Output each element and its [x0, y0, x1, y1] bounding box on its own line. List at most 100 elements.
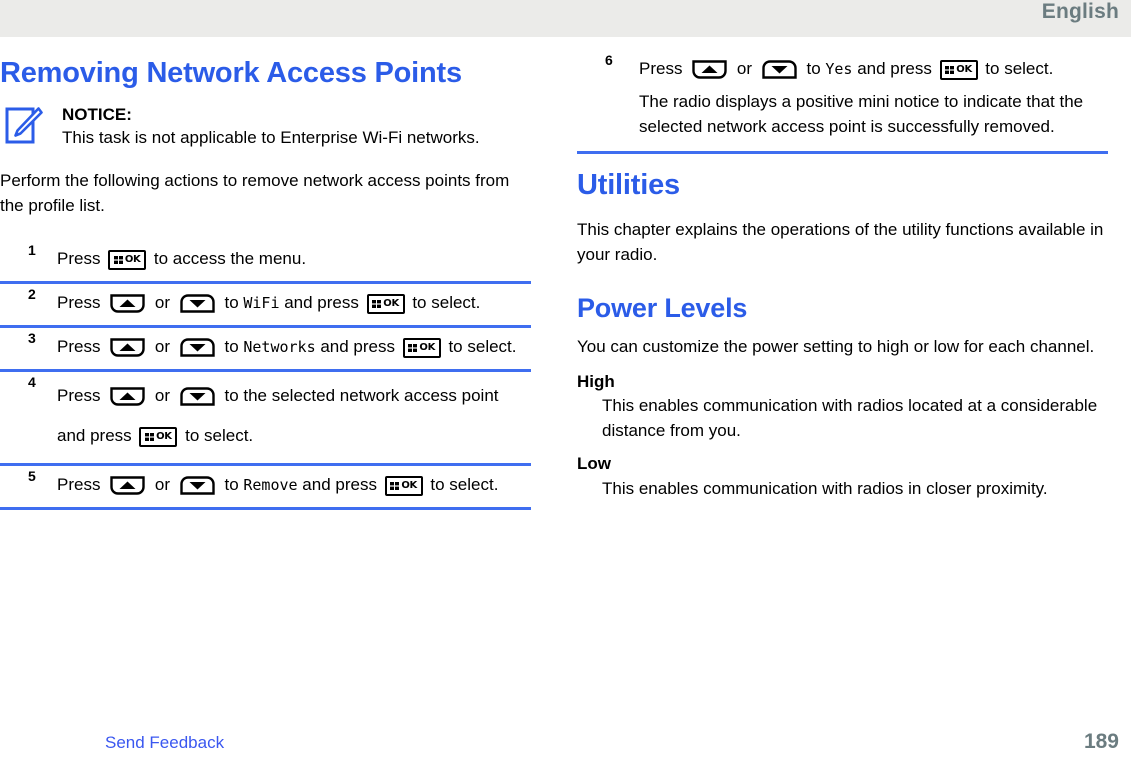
up-arrow-key-icon — [109, 337, 146, 358]
step-text-fragment: or — [150, 475, 175, 494]
notice-block: NOTICE: This task is not applicable to E… — [0, 103, 531, 157]
step-text-fragment: or — [150, 386, 175, 405]
step-text-fragment: Press — [57, 249, 106, 268]
radio-display-text: Remove — [243, 476, 298, 494]
step-result-note: The radio displays a positive mini notic… — [639, 92, 1084, 136]
page-footer: Send Feedback 189 — [0, 717, 1131, 762]
right-column: 6 Press or to Yes and press OK to select… — [577, 37, 1108, 501]
menu-grid-icon — [945, 65, 955, 74]
header-language-label: English — [1041, 0, 1119, 23]
menu-grid-icon — [145, 432, 155, 441]
step-text-fragment: and press — [852, 59, 937, 78]
step-text-fragment: Press — [57, 475, 106, 494]
notice-title: NOTICE: — [62, 105, 132, 124]
utilities-intro-paragraph: This chapter explains the operations of … — [577, 220, 1104, 264]
step-number: 2 — [28, 286, 36, 302]
right-steps-list: 6 Press or to Yes and press OK to select… — [577, 50, 1108, 154]
step-text-fragment: to select. — [425, 475, 499, 494]
step-number: 6 — [605, 52, 613, 68]
step-text-fragment: and press — [315, 337, 400, 356]
down-arrow-key-icon — [761, 59, 798, 80]
ok-key-label: OK — [401, 479, 417, 491]
step-number: 5 — [28, 468, 36, 484]
step-text-fragment: Press — [57, 386, 106, 405]
definition-description: This enables communication with radios l… — [602, 396, 1098, 440]
step-text: Press or to Networks and press OK to sel… — [57, 332, 531, 362]
step-item: 6 Press or to Yes and press OK to select… — [577, 50, 1108, 154]
ok-key-label: OK — [156, 430, 172, 442]
radio-display-text: Networks — [243, 338, 316, 356]
step-text-fragment: and press — [279, 293, 364, 312]
page-title: Removing Network Access Points — [0, 57, 462, 89]
notice-body: This task is not applicable to Enterpris… — [62, 128, 480, 147]
step-text-fragment: to select. — [980, 59, 1054, 78]
down-arrow-key-icon — [179, 293, 216, 314]
down-arrow-key-icon — [179, 386, 216, 407]
up-arrow-key-icon — [691, 59, 728, 80]
page-number: 189 — [1083, 730, 1119, 753]
step-item: 5 Press or to Remove and press OK to sel… — [0, 466, 531, 510]
power-levels-section-title: Power Levels — [577, 293, 748, 323]
definition-list: High This enables communication with rad… — [577, 370, 1108, 502]
step-text-fragment: or — [150, 337, 175, 356]
down-arrow-key-icon — [179, 337, 216, 358]
step-text-fragment: to select. — [443, 337, 517, 356]
send-feedback-link[interactable]: Send Feedback — [105, 733, 224, 753]
ok-key-icon: OK — [939, 59, 978, 80]
ok-key-label: OK — [956, 63, 972, 75]
down-arrow-key-icon — [179, 475, 216, 496]
step-text-fragment: or — [150, 293, 175, 312]
step-item: 4 Press or to the selected network acces… — [0, 372, 531, 466]
radio-display-text: Yes — [825, 60, 853, 78]
step-text-fragment: and press — [297, 475, 382, 494]
step-text-fragment: to select. — [180, 426, 254, 445]
step-number: 1 — [28, 242, 36, 258]
ok-key-icon: OK — [139, 426, 178, 447]
ok-key-icon: OK — [384, 475, 423, 496]
ok-key-label: OK — [124, 253, 141, 265]
definition-term: Low — [577, 454, 611, 473]
step-text-fragment: to — [219, 337, 244, 356]
step-item: 3 Press or to Networks and press OK to s… — [0, 328, 531, 372]
menu-grid-icon — [390, 481, 400, 490]
step-text: Press OK to access the menu. — [57, 244, 531, 274]
ok-key-label: OK — [419, 341, 436, 353]
ok-key-icon: OK — [402, 337, 441, 358]
power-levels-intro-paragraph: You can customize the power setting to h… — [577, 337, 1095, 356]
step-text-fragment: to select. — [407, 293, 481, 312]
step-text-fragment: to — [219, 293, 244, 312]
page-body: Removing Network Access Points NOTICE: T… — [0, 37, 1131, 717]
step-text-fragment: Press — [57, 337, 106, 356]
notice-pencil-icon — [5, 106, 43, 146]
step-text: Press or to the selected network access … — [57, 376, 531, 456]
step-text: Press or to WiFi and press OK to select. — [57, 288, 531, 318]
step-text: Press or to Remove and press OK to selec… — [57, 470, 531, 500]
ok-key-icon: OK — [108, 249, 147, 270]
step-text: Press or to Yes and press OK to select. — [639, 54, 1108, 84]
left-steps-list: 1 Press OK to access the menu. 2 Press o… — [0, 240, 531, 510]
intro-paragraph: Perform the following actions to remove … — [0, 171, 510, 215]
step-text-fragment: Press — [639, 59, 688, 78]
ok-key-label: OK — [383, 297, 399, 309]
step-item: 2 Press or to WiFi and press OK to selec… — [0, 284, 531, 328]
definition-description: This enables communication with radios i… — [602, 478, 1048, 498]
left-column: Removing Network Access Points NOTICE: T… — [0, 37, 531, 510]
definition-term: High — [577, 371, 615, 391]
up-arrow-key-icon — [109, 386, 146, 407]
up-arrow-key-icon — [109, 475, 146, 496]
menu-grid-icon — [408, 343, 418, 352]
page-header-band: English — [0, 0, 1131, 37]
step-text-fragment: to — [219, 475, 244, 494]
step-item: 1 Press OK to access the menu. — [0, 240, 531, 284]
up-arrow-key-icon — [109, 293, 146, 314]
step-text-fragment: or — [732, 59, 757, 78]
step-text-fragment: Press — [57, 293, 106, 312]
step-number: 3 — [28, 330, 36, 346]
radio-display-text: WiFi — [243, 294, 280, 312]
utilities-chapter-title: Utilities — [577, 169, 680, 201]
step-text-fragment: to access the menu. — [149, 249, 307, 268]
menu-grid-icon — [113, 255, 123, 264]
step-number: 4 — [28, 374, 36, 390]
menu-grid-icon — [372, 299, 382, 308]
ok-key-icon: OK — [366, 293, 405, 314]
